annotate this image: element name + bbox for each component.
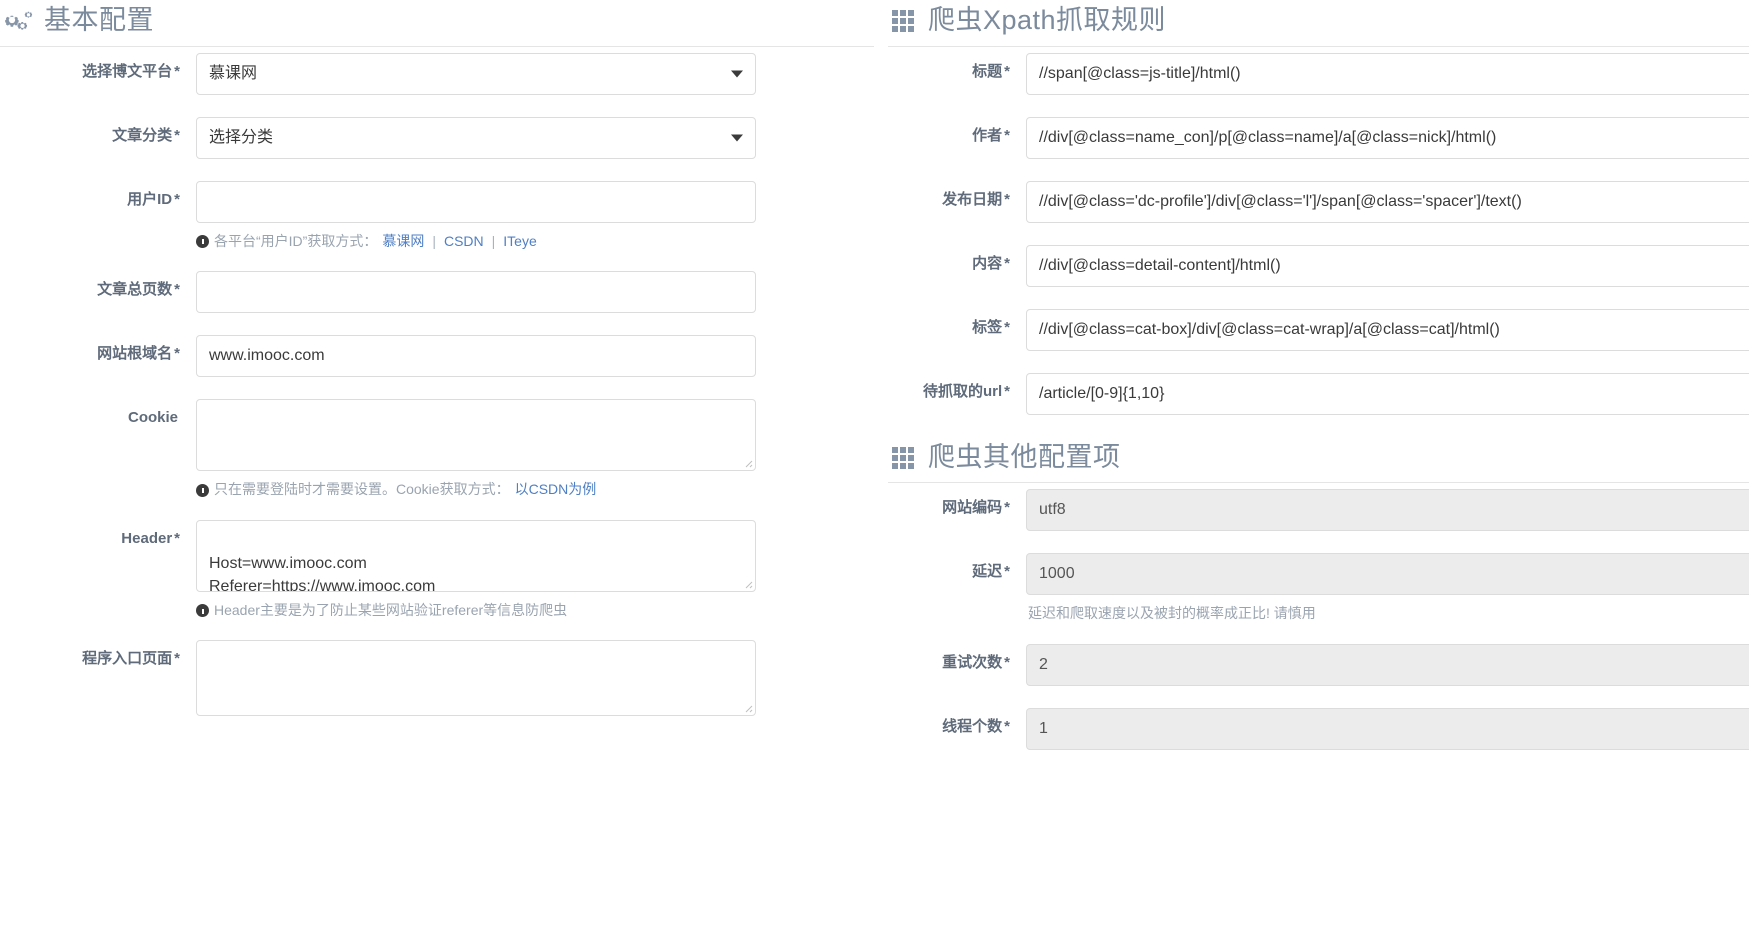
link-iteye[interactable]: ITeye [503,232,536,252]
platform-select[interactable]: 慕课网 [196,53,756,95]
label-threads: 线程个数* [874,708,1026,737]
label-xpath-author: 作者* [874,117,1026,146]
label-user-id: 用户ID* [0,181,196,210]
grid-icon [892,8,918,34]
help-header: Header主要是为了防止某些网站验证referer等信息防爬虫 [196,601,874,621]
help-header-text: Header主要是为了防止某些网站验证referer等信息防爬虫 [214,601,567,621]
label-xpath-tags: 标签* [874,309,1026,338]
cogs-icon [4,7,34,35]
form-row-user-id: 用户ID* 各平台“用户ID”获取方式： 慕课网 | CSDN | ITeye [0,181,874,256]
label-header: Header* [0,520,196,549]
form-row-xpath-author: 作者* //div[@class=name_con]/p[@class=name… [874,117,1749,159]
entry-page-textarea[interactable] [196,640,756,716]
crawler-config-page: 基本配置 选择博文平台* 慕课网 文章分类* 选择分类 [0,0,1749,934]
help-separator: | [492,232,496,252]
link-csdn[interactable]: CSDN [444,232,484,252]
label-cookie: Cookie [0,399,196,428]
xpath-tags-input[interactable]: //div[@class=cat-box]/div[@class=cat-wra… [1026,309,1749,351]
category-select-value: 选择分类 [209,129,273,146]
form-row-cookie: Cookie 只在需要登陆时才需要设置。Cookie获取方式： 以CSDN为例 [0,399,874,504]
xpath-url-input[interactable]: /article/[0-9]{1,10} [1026,373,1749,415]
cookie-textarea[interactable] [196,399,756,471]
form-row-xpath-tags: 标签* //div[@class=cat-box]/div[@class=cat… [874,309,1749,351]
xpath-config-column: 爬虫Xpath抓取规则 标题* //span[@class=js-title]/… [874,0,1749,934]
label-root-domain: 网站根域名* [0,335,196,364]
chevron-down-icon [731,134,743,141]
label-delay: 延迟* [874,553,1026,582]
label-xpath-title: 标题* [874,53,1026,82]
user-id-input[interactable] [196,181,756,223]
other-section-header: 爬虫其他配置项 [888,437,1749,484]
xpath-section-header: 爬虫Xpath抓取规则 [888,0,1749,47]
label-xpath-url: 待抓取的url* [874,373,1026,402]
help-cookie: 只在需要登陆时才需要设置。Cookie获取方式： 以CSDN为例 [196,480,874,500]
category-select[interactable]: 选择分类 [196,117,756,159]
label-category: 文章分类* [0,117,196,146]
form-row-header: Header* Host=www.imooc.com Referer=https… [0,520,874,625]
xpath-pubdate-input[interactable]: //div[@class='dc-profile']/div[@class='l… [1026,181,1749,223]
form-row-entry-page: 程序入口页面* [0,640,874,716]
info-icon [196,604,209,617]
basic-config-title: 基本配置 [44,6,154,36]
link-csdn-example[interactable]: 以CSDN为例 [515,480,597,500]
form-row-root-domain: 网站根域名* www.imooc.com [0,335,874,377]
help-user-id: 各平台“用户ID”获取方式： 慕课网 | CSDN | ITeye [196,232,874,252]
info-icon [196,484,209,497]
label-total-pages: 文章总页数* [0,271,196,300]
label-entry-page: 程序入口页面* [0,640,196,669]
xpath-section-title: 爬虫Xpath抓取规则 [928,6,1166,36]
root-domain-input[interactable]: www.imooc.com [196,335,756,377]
header-textarea[interactable]: Host=www.imooc.com Referer=https://www.i… [196,520,756,592]
form-row-xpath-title: 标题* //span[@class=js-title]/html() [874,53,1749,95]
help-separator: | [432,232,436,252]
resize-grip-icon[interactable] [741,577,753,589]
label-retries: 重试次数* [874,644,1026,673]
chevron-down-icon [731,70,743,77]
form-row-delay: 延迟* 1000 延迟和爬取速度以及被封的概率成正比! 请慎用 [874,553,1749,628]
basic-config-header: 基本配置 [0,0,874,47]
platform-select-value: 慕课网 [209,65,257,82]
label-xpath-content: 内容* [874,245,1026,274]
form-row-retries: 重试次数* 2 [874,644,1749,686]
help-delay: 延迟和爬取速度以及被封的概率成正比! 请慎用 [1026,604,1749,624]
info-icon [196,235,209,248]
basic-config-column: 基本配置 选择博文平台* 慕课网 文章分类* 选择分类 [0,0,874,934]
form-row-xpath-pubdate: 发布日期* //div[@class='dc-profile']/div[@cl… [874,181,1749,223]
encoding-input[interactable]: utf8 [1026,489,1749,531]
label-platform: 选择博文平台* [0,53,196,82]
header-textarea-value: Host=www.imooc.com Referer=https://www.i… [209,555,435,592]
total-pages-input[interactable] [196,271,756,313]
form-row-total-pages: 文章总页数* [0,271,874,313]
threads-input[interactable]: 1 [1026,708,1749,750]
resize-grip-icon[interactable] [741,701,753,713]
xpath-author-input[interactable]: //div[@class=name_con]/p[@class=name]/a[… [1026,117,1749,159]
form-row-category: 文章分类* 选择分类 [0,117,874,159]
xpath-title-input[interactable]: //span[@class=js-title]/html() [1026,53,1749,95]
help-user-id-text: 各平台“用户ID”获取方式： [214,232,377,252]
resize-grip-icon[interactable] [741,456,753,468]
form-row-platform: 选择博文平台* 慕课网 [0,53,874,95]
xpath-content-input[interactable]: //div[@class=detail-content]/html() [1026,245,1749,287]
help-cookie-text: 只在需要登陆时才需要设置。Cookie获取方式： [214,480,510,500]
link-imooc[interactable]: 慕课网 [382,232,424,252]
form-row-encoding: 网站编码* utf8 [874,489,1749,531]
label-xpath-pubdate: 发布日期* [874,181,1026,210]
help-delay-text: 延迟和爬取速度以及被封的概率成正比! 请慎用 [1028,604,1316,624]
form-row-threads: 线程个数* 1 [874,708,1749,750]
grid-icon [892,445,918,471]
delay-input[interactable]: 1000 [1026,553,1749,595]
label-encoding: 网站编码* [874,489,1026,518]
retries-input[interactable]: 2 [1026,644,1749,686]
form-row-xpath-url: 待抓取的url* /article/[0-9]{1,10} [874,373,1749,415]
other-section-title: 爬虫其他配置项 [928,443,1121,473]
form-row-xpath-content: 内容* //div[@class=detail-content]/html() [874,245,1749,287]
